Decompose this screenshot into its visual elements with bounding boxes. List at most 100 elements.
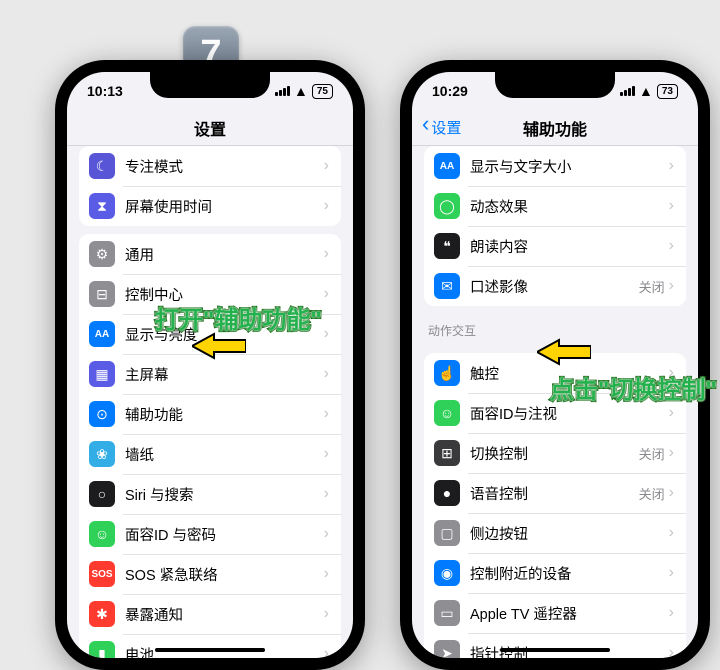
voice-ctrl-icon: ● bbox=[434, 480, 460, 506]
row-faceid-pass[interactable]: ☺面容ID 与密码 bbox=[79, 514, 341, 554]
home-indicator[interactable] bbox=[500, 648, 610, 652]
annotation-b: 点击"切换控制" bbox=[550, 370, 717, 405]
row-nearby-ctrl[interactable]: ◉控制附近的设备 bbox=[424, 553, 686, 593]
chevron-right-icon bbox=[324, 485, 329, 503]
chevron-right-icon bbox=[669, 484, 674, 502]
row-side-button[interactable]: ▢ 侧边按钮 bbox=[424, 513, 686, 553]
row-screen-time[interactable]: ⧗屏幕使用时间 bbox=[79, 186, 341, 226]
back-label: 设置 bbox=[431, 117, 461, 138]
status-time: 10:13 bbox=[87, 83, 123, 99]
row-pointer-ctrl[interactable]: ➤指针控制 bbox=[424, 633, 686, 658]
siri-search-label: Siri 与搜索 bbox=[125, 484, 324, 505]
chevron-left-icon bbox=[422, 119, 429, 136]
settings-group: AA 显示与文字大小 ◯ 动态效果 ❝ 朗读内容 ✉ 口述影像关闭 bbox=[424, 146, 686, 306]
side-button-icon: ▢ bbox=[434, 520, 460, 546]
focus-mode-icon: ☾ bbox=[89, 153, 115, 179]
chevron-right-icon bbox=[669, 157, 674, 175]
audio-desc-value: 关闭 bbox=[639, 277, 665, 296]
pointer-ctrl-icon: ➤ bbox=[434, 640, 460, 658]
apple-tv-label: Apple TV 遥控器 bbox=[470, 603, 669, 624]
chevron-right-icon bbox=[324, 245, 329, 263]
row-general[interactable]: ⚙通用 bbox=[79, 234, 341, 274]
back-button[interactable]: 设置 bbox=[422, 117, 461, 138]
row-accessibility[interactable]: ⊙ 辅助功能 bbox=[79, 394, 341, 434]
chevron-right-icon bbox=[324, 405, 329, 423]
sos-icon: SOS bbox=[89, 561, 115, 587]
phone-a-screen: 10:13 ▲ 75 设置 ☾专注模式⧗屏幕使用时间⚙通用⊟控制中心AA显示与亮… bbox=[67, 72, 353, 658]
switch-ctrl-label: 切换控制 bbox=[470, 443, 639, 464]
annotation-a: 打开"辅助功能" bbox=[155, 300, 322, 335]
row-wallpaper[interactable]: ❀ 墙纸 bbox=[79, 434, 341, 474]
row-apple-tv[interactable]: ▭ Apple TV 遥控器 bbox=[424, 593, 686, 633]
battery-icon: ▮ bbox=[89, 641, 115, 658]
accessibility-icon: ⊙ bbox=[89, 401, 115, 427]
apple-tv-icon: ▭ bbox=[434, 600, 460, 626]
screen-time-label: 屏幕使用时间 bbox=[125, 196, 324, 217]
settings-group: ⚙通用⊟控制中心AA显示与亮度▦主屏幕⊙辅助功能❀墙纸○Siri 与搜索☺面容I… bbox=[79, 234, 341, 658]
faceid-att-icon: ☺ bbox=[434, 400, 460, 426]
row-home-screen[interactable]: ▦主屏幕 bbox=[79, 354, 341, 394]
text-size-icon: AA bbox=[434, 153, 460, 179]
general-icon: ⚙ bbox=[89, 241, 115, 267]
spoken-label: 朗读内容 bbox=[470, 236, 669, 257]
battery-level: 73 bbox=[662, 86, 673, 97]
status-time: 10:29 bbox=[432, 83, 468, 99]
row-sos[interactable]: SOSSOS 紧急联络 bbox=[79, 554, 341, 594]
phone-a-frame: 10:13 ▲ 75 设置 ☾专注模式⧗屏幕使用时间⚙通用⊟控制中心AA显示与亮… bbox=[55, 60, 365, 670]
row-text-size[interactable]: AA 显示与文字大小 bbox=[424, 146, 686, 186]
faceid-att-label: 面容ID与注视 bbox=[470, 403, 669, 424]
chevron-right-icon bbox=[669, 237, 674, 255]
side-button-label: 侧边按钮 bbox=[470, 523, 669, 544]
audio-desc-label: 口述影像 bbox=[470, 276, 639, 297]
notch bbox=[495, 72, 615, 98]
wifi-icon: ▲ bbox=[294, 83, 308, 99]
chevron-right-icon bbox=[324, 325, 329, 343]
nav-bar: 设置 辅助功能 bbox=[412, 110, 698, 146]
battery-icon: 73 bbox=[657, 84, 678, 99]
faceid-pass-icon: ☺ bbox=[89, 521, 115, 547]
notch bbox=[150, 72, 270, 98]
focus-mode-label: 专注模式 bbox=[125, 156, 324, 177]
text-size-label: 显示与文字大小 bbox=[470, 156, 669, 177]
switch-ctrl-value: 关闭 bbox=[639, 444, 665, 463]
row-spoken[interactable]: ❝ 朗读内容 bbox=[424, 226, 686, 266]
display-icon: AA bbox=[89, 321, 115, 347]
voice-ctrl-label: 语音控制 bbox=[470, 483, 639, 504]
wallpaper-label: 墙纸 bbox=[125, 444, 324, 465]
touch-icon: ☝ bbox=[434, 360, 460, 386]
spoken-icon: ❝ bbox=[434, 233, 460, 259]
voice-ctrl-value: 关闭 bbox=[639, 484, 665, 503]
siri-search-icon: ○ bbox=[89, 481, 115, 507]
chevron-right-icon bbox=[324, 605, 329, 623]
row-voice-ctrl[interactable]: ● 语音控制关闭 bbox=[424, 473, 686, 513]
motion-label: 动态效果 bbox=[470, 196, 669, 217]
arrow-b-icon bbox=[537, 338, 591, 366]
wallpaper-icon: ❀ bbox=[89, 441, 115, 467]
control-center-icon: ⊟ bbox=[89, 281, 115, 307]
chevron-right-icon bbox=[669, 444, 674, 462]
nearby-ctrl-label: 控制附近的设备 bbox=[470, 563, 669, 584]
chevron-right-icon bbox=[324, 525, 329, 543]
exposure-icon: ✱ bbox=[89, 601, 115, 627]
page-title: 辅助功能 bbox=[523, 116, 587, 140]
chevron-right-icon bbox=[669, 604, 674, 622]
signal-icon bbox=[620, 86, 635, 96]
accessibility-label: 辅助功能 bbox=[125, 404, 324, 425]
battery-icon: 75 bbox=[312, 84, 333, 99]
audio-desc-icon: ✉ bbox=[434, 273, 460, 299]
row-motion[interactable]: ◯ 动态效果 bbox=[424, 186, 686, 226]
row-siri-search[interactable]: ○ Siri 与搜索 bbox=[79, 474, 341, 514]
settings-list[interactable]: ☾专注模式⧗屏幕使用时间⚙通用⊟控制中心AA显示与亮度▦主屏幕⊙辅助功能❀墙纸○… bbox=[67, 146, 353, 658]
home-indicator[interactable] bbox=[155, 648, 265, 652]
row-audio-desc[interactable]: ✉ 口述影像关闭 bbox=[424, 266, 686, 306]
nav-bar: 设置 bbox=[67, 110, 353, 146]
row-battery[interactable]: ▮电池 bbox=[79, 634, 341, 658]
row-exposure[interactable]: ✱ 暴露通知 bbox=[79, 594, 341, 634]
exposure-label: 暴露通知 bbox=[125, 604, 324, 625]
arrow-a-icon bbox=[192, 332, 246, 360]
row-focus-mode[interactable]: ☾ 专注模式 bbox=[79, 146, 341, 186]
motion-icon: ◯ bbox=[434, 193, 460, 219]
chevron-right-icon bbox=[324, 157, 329, 175]
row-switch-ctrl[interactable]: ⊞切换控制关闭 bbox=[424, 433, 686, 473]
home-screen-label: 主屏幕 bbox=[125, 364, 324, 385]
